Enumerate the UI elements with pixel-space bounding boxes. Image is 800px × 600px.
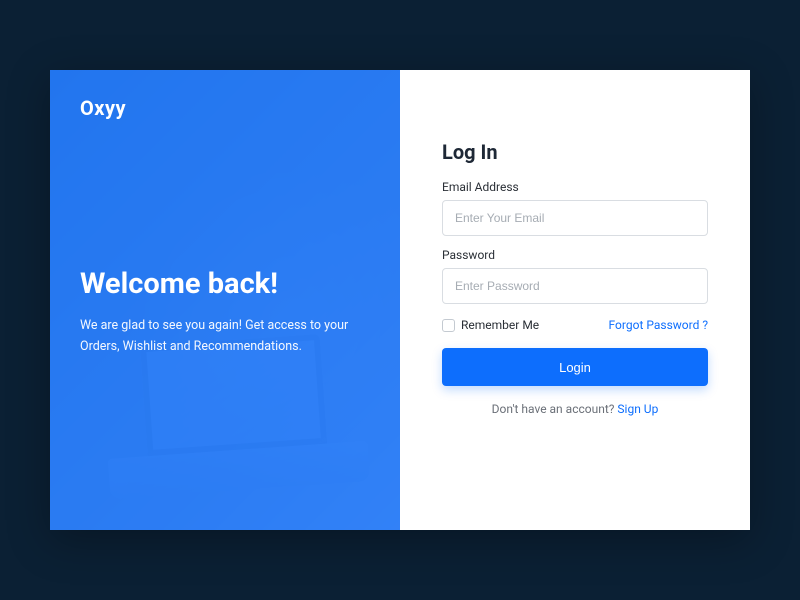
remember-checkbox[interactable] [442,319,455,332]
remember-label: Remember Me [461,318,539,332]
login-form-panel: Log In Email Address Password Remember M… [400,70,750,530]
signup-text: Don't have an account? [492,402,618,416]
password-field[interactable] [442,268,708,304]
login-button[interactable]: Login [442,348,708,386]
email-label: Email Address [442,180,708,194]
login-card: Oxyy Welcome back! We are glad to see yo… [50,70,750,530]
email-field[interactable] [442,200,708,236]
hero-subtitle: We are glad to see you again! Get access… [80,315,360,358]
signup-link[interactable]: Sign Up [617,402,658,416]
brand-logo: Oxyy [80,96,370,120]
hero-panel: Oxyy Welcome back! We are glad to see yo… [50,70,400,530]
signup-prompt: Don't have an account? Sign Up [442,402,708,416]
password-label: Password [442,248,708,262]
hero-title: Welcome back! [80,267,370,301]
forgot-password-link[interactable]: Forgot Password ? [609,318,708,332]
form-title: Log In [442,140,708,164]
remember-me[interactable]: Remember Me [442,318,539,332]
